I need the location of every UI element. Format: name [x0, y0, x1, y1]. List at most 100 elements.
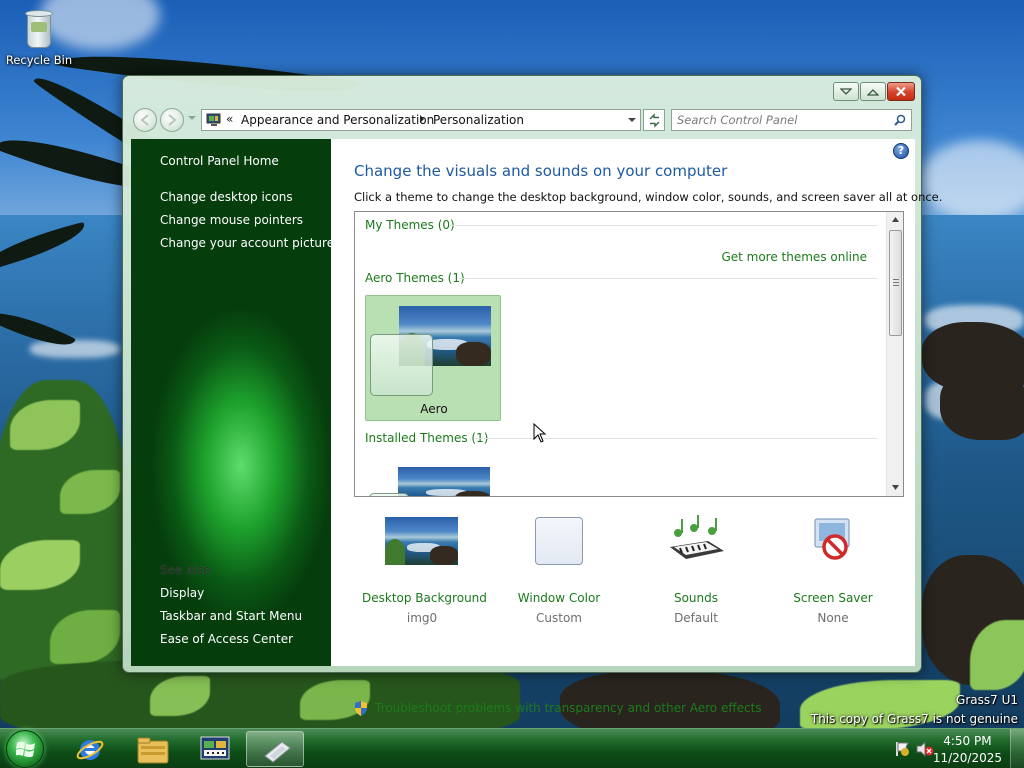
link-troubleshoot-aero[interactable]: Troubleshoot problems with transparency …	[375, 701, 762, 715]
clock[interactable]: 4:50 PM 11/20/2025	[933, 733, 1002, 767]
link-display[interactable]: Display	[160, 586, 204, 600]
theme-aero[interactable]: Aero	[365, 295, 501, 421]
group-divider	[459, 278, 877, 279]
group-divider	[449, 225, 877, 226]
taskbar-internet-explorer[interactable]	[60, 731, 118, 767]
breadcrumb-separator-icon[interactable]	[419, 114, 425, 124]
help-icon: ?	[897, 144, 905, 157]
group-aero-themes: Aero Themes (1)	[365, 271, 465, 285]
setting-sounds[interactable]: Sounds Default	[636, 591, 756, 625]
recycle-bin-label: Recycle Bin	[5, 53, 73, 67]
maximize-button[interactable]	[860, 82, 886, 101]
recent-pages-chevron-icon[interactable]	[188, 116, 196, 121]
content-pane: ? Change the visuals and sounds on your …	[331, 139, 942, 716]
mouse-cursor-icon	[533, 423, 547, 443]
setting-window-color[interactable]: Window Color Custom	[499, 591, 619, 625]
personalization-icon	[264, 741, 291, 763]
setting-value: Default	[674, 611, 718, 625]
help-button[interactable]: ?	[893, 143, 909, 159]
shield-icon	[355, 701, 367, 716]
wallpaper-rock	[940, 370, 1024, 440]
setting-value: None	[817, 611, 849, 625]
link-change-account-picture[interactable]: Change your account picture	[160, 236, 334, 250]
sounds-icon[interactable]	[668, 515, 726, 565]
search-box[interactable]	[671, 109, 912, 131]
tasks-pane: Control Panel Home Change desktop icons …	[131, 139, 334, 666]
wallpaper-foam	[30, 340, 120, 358]
see-also-heading: See also	[160, 563, 211, 577]
caption-buttons	[833, 82, 915, 101]
setting-title[interactable]: Screen Saver	[773, 591, 893, 605]
breadcrumb-overflow[interactable]: «	[226, 112, 233, 126]
back-button[interactable]	[133, 108, 157, 132]
start-button[interactable]	[6, 730, 44, 768]
minimize-button[interactable]	[833, 82, 859, 101]
taskbar-personalization[interactable]	[246, 731, 304, 767]
taskbar-control-panel[interactable]	[184, 731, 242, 767]
watermark-version: Grass7 U1	[956, 693, 1018, 707]
screen-saver-icon[interactable]	[809, 517, 857, 565]
scroll-thumb[interactable]	[889, 230, 902, 336]
show-desktop-button[interactable]	[1010, 729, 1024, 768]
desktop-background-icon[interactable]	[385, 517, 458, 565]
refresh-button[interactable]	[643, 109, 665, 131]
search-icon[interactable]	[894, 114, 906, 126]
theme-wallpaper-thumbnail	[398, 467, 490, 496]
scroll-down-icon[interactable]	[892, 485, 899, 490]
taskbar-windows-explorer[interactable]	[122, 731, 180, 767]
control-panel-icon	[206, 113, 221, 126]
back-arrow-icon	[140, 114, 149, 126]
link-taskbar-start-menu[interactable]: Taskbar and Start Menu	[160, 609, 302, 623]
theme-color-preview	[369, 493, 409, 496]
personalization-window[interactable]: « Appearance and Personalization Persona…	[122, 75, 942, 716]
taskbar: 4:50 PM 11/20/2025	[0, 728, 1024, 768]
breadcrumb-personalization[interactable]: Personalization	[433, 113, 524, 127]
link-ease-of-access[interactable]: Ease of Access Center	[160, 632, 293, 646]
forward-button[interactable]	[160, 108, 184, 132]
volume-muted-icon[interactable]	[916, 741, 934, 757]
group-installed-themes: Installed Themes (1)	[365, 431, 489, 445]
action-center-flag-icon[interactable]	[894, 741, 910, 757]
setting-title[interactable]: Desktop Background	[362, 591, 487, 605]
setting-screen-saver[interactable]: Screen Saver None	[773, 591, 893, 625]
theme-name: Aero	[420, 402, 448, 416]
clock-date: 11/20/2025	[932, 751, 1002, 765]
theme-list[interactable]: My Themes (0) Get more themes online Aer…	[354, 211, 904, 497]
setting-title[interactable]: Sounds	[636, 591, 756, 605]
group-my-themes: My Themes (0)	[365, 218, 455, 232]
minimize-icon	[840, 87, 852, 95]
breadcrumb-appearance[interactable]: Appearance and Personalization	[241, 113, 434, 127]
address-dropdown-icon[interactable]	[628, 118, 636, 123]
link-control-panel-home[interactable]: Control Panel Home	[160, 154, 279, 168]
search-input[interactable]	[677, 112, 882, 128]
close-button[interactable]	[887, 82, 915, 101]
internet-explorer-icon	[76, 740, 104, 760]
link-get-more-themes[interactable]: Get more themes online	[721, 250, 867, 264]
theme-color-preview	[370, 334, 433, 396]
link-change-desktop-icons[interactable]: Change desktop icons	[160, 190, 293, 204]
setting-value: img0	[406, 611, 438, 625]
notification-area: 4:50 PM 11/20/2025	[874, 729, 1024, 768]
recycle-bin[interactable]: Recycle Bin	[4, 6, 74, 67]
navigation-bar: « Appearance and Personalization Persona…	[131, 106, 913, 134]
watermark-genuine: This copy of Grass7 is not genuine	[810, 712, 1018, 726]
windows-explorer-icon	[137, 737, 169, 764]
forward-arrow-icon	[168, 114, 177, 126]
setting-title[interactable]: Window Color	[499, 591, 619, 605]
page-description: Click a theme to change the desktop back…	[354, 190, 943, 204]
refresh-icon	[649, 113, 660, 128]
theme-list-scrollbar[interactable]	[886, 212, 903, 496]
control-panel-icon	[200, 736, 230, 760]
clock-time: 4:50 PM	[943, 734, 992, 748]
address-bar[interactable]: « Appearance and Personalization Persona…	[201, 109, 641, 131]
link-change-mouse-pointers[interactable]: Change mouse pointers	[160, 213, 303, 227]
wallpaper-cloud	[920, 140, 1024, 220]
setting-desktop-background[interactable]: Desktop Background img0	[362, 591, 487, 625]
setting-value: Custom	[536, 611, 582, 625]
maximize-icon	[867, 88, 879, 96]
window-color-icon[interactable]	[535, 517, 583, 565]
scroll-up-icon[interactable]	[892, 217, 899, 222]
close-icon	[896, 86, 906, 97]
recycle-bin-icon	[22, 6, 56, 50]
page-title: Change the visuals and sounds on your co…	[354, 162, 728, 180]
